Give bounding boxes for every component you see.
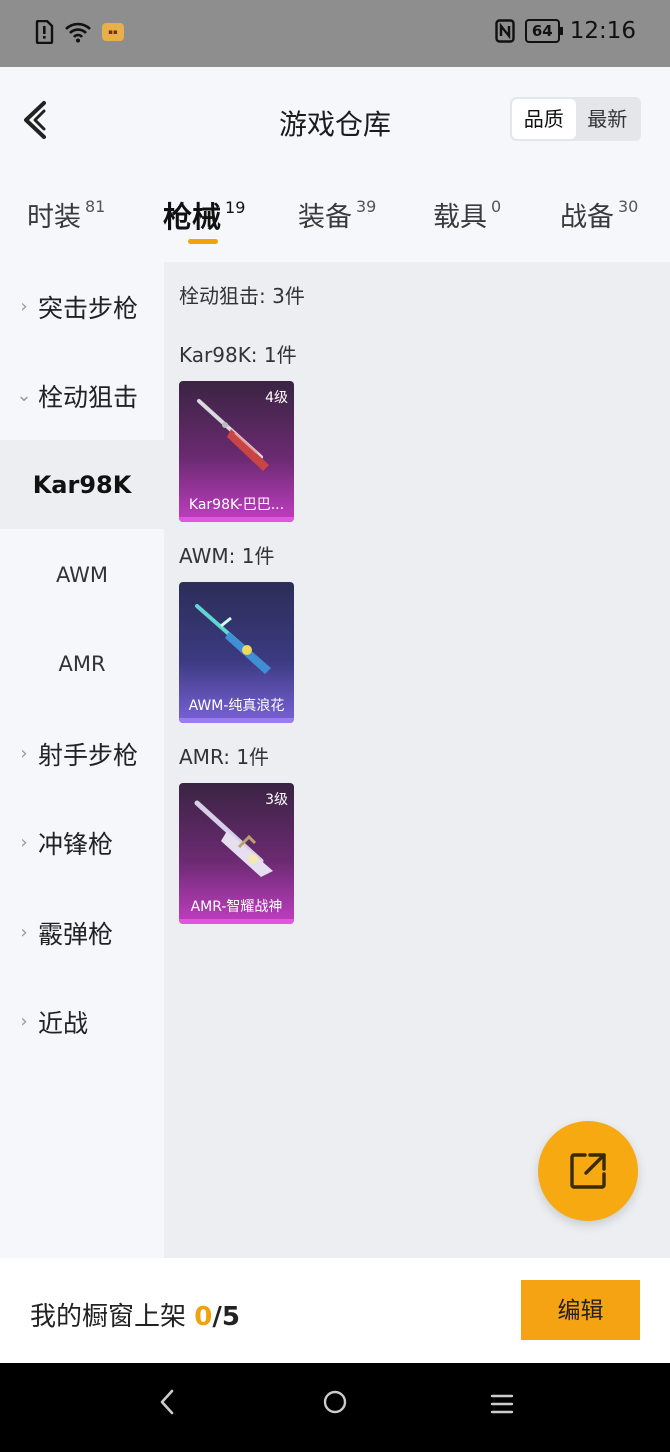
sort-toggle: 品质 最新 <box>510 97 641 141</box>
app-notification-icon: ▪▪ <box>102 23 124 41</box>
group-label-awm: AWM: 1件 <box>179 544 275 568</box>
rarity-bar <box>179 517 294 522</box>
active-tab-indicator <box>188 239 218 244</box>
category-tabs: 时装 81 枪械 19 装备 39 载具 0 战备 30 <box>0 195 670 255</box>
sidebar-item-shotguns[interactable]: › 霰弹枪 <box>0 888 164 977</box>
sidebar-item-bolt-snipers[interactable]: ⌄ 栓动狙击 <box>0 351 164 440</box>
battery-icon: 64 <box>524 19 563 43</box>
sim-alert-icon <box>35 20 54 44</box>
sidebar-item-melee[interactable]: › 近战 <box>0 977 164 1066</box>
group-label-amr: AMR: 1件 <box>179 745 270 769</box>
sidebar: › 突击步枪 ⌄ 栓动狙击 Kar98K AWM AMR › 射手步枪 › 冲锋… <box>0 262 164 1258</box>
item-name: AMR-智耀战神 <box>190 899 283 915</box>
chevron-right-icon: › <box>20 832 28 853</box>
nfc-icon <box>495 19 515 43</box>
system-nav-bar <box>0 1363 670 1452</box>
category-summary: 栓动狙击: 3件 <box>179 284 305 308</box>
item-card-awm[interactable]: AWM-纯真浪花 <box>179 582 294 723</box>
sidebar-subitem-kar98k[interactable]: Kar98K <box>0 440 164 529</box>
sidebar-item-marksman-rifles[interactable]: › 射手步枪 <box>0 709 164 798</box>
item-card-amr[interactable]: 3级 AMR-智耀战神 <box>179 783 294 924</box>
chevron-right-icon: › <box>20 922 28 943</box>
nav-back-icon[interactable] <box>147 1389 187 1422</box>
sort-quality-button[interactable]: 品质 <box>512 99 576 139</box>
header: 游戏仓库 品质 最新 时装 81 枪械 19 装备 39 载具 0 战备 30 <box>0 67 670 262</box>
item-level: 4级 <box>265 390 288 406</box>
status-bar: ▪▪ 64 12:16 <box>0 0 670 67</box>
share-button[interactable] <box>538 1121 638 1221</box>
rarity-bar <box>179 718 294 723</box>
item-name: AWM-纯真浪花 <box>188 698 285 714</box>
rifle-icon <box>194 800 273 877</box>
nav-menu-icon[interactable] <box>482 1389 522 1422</box>
nav-home-icon[interactable] <box>315 1389 355 1422</box>
tab-firearms[interactable]: 枪械 19 <box>163 194 245 236</box>
item-name: Kar98K-巴巴... <box>188 497 285 513</box>
chevron-right-icon: › <box>20 296 28 317</box>
chevron-down-icon: ⌄ <box>16 385 32 406</box>
rifle-icon <box>195 604 271 674</box>
showcase-bar: 我的橱窗上架 0/5 编辑 <box>0 1258 670 1363</box>
sidebar-item-smgs[interactable]: › 冲锋枪 <box>0 798 164 887</box>
tab-equipment[interactable]: 装备 39 <box>298 195 376 234</box>
tab-gear[interactable]: 战备 30 <box>560 195 638 234</box>
item-card-kar98k[interactable]: 4级 Kar98K-巴巴... <box>179 381 294 522</box>
sidebar-subitem-awm[interactable]: AWM <box>0 530 164 619</box>
chevron-right-icon: › <box>20 743 28 764</box>
tab-vehicles[interactable]: 载具 0 <box>433 195 501 234</box>
rarity-bar <box>179 919 294 924</box>
status-time: 12:16 <box>569 18 636 44</box>
sidebar-subitem-amr[interactable]: AMR <box>0 619 164 708</box>
item-level: 3级 <box>265 792 288 808</box>
item-list: 栓动狙击: 3件 Kar98K: 1件 4级 Kar98K-巴巴... AWM:… <box>164 262 670 1258</box>
share-icon <box>570 1153 606 1189</box>
showcase-status: 我的橱窗上架 0/5 <box>30 1302 240 1332</box>
group-label-kar98k: Kar98K: 1件 <box>179 343 297 367</box>
showcase-total: /5 <box>212 1302 240 1332</box>
edit-button[interactable]: 编辑 <box>521 1280 640 1340</box>
tab-fashion[interactable]: 时装 81 <box>27 195 105 234</box>
sort-newest-button[interactable]: 最新 <box>576 99 640 139</box>
sidebar-item-assault-rifles[interactable]: › 突击步枪 <box>0 262 164 351</box>
chevron-right-icon: › <box>20 1011 28 1032</box>
wifi-icon <box>65 22 91 43</box>
rifle-icon <box>197 399 269 471</box>
showcase-count: 0 <box>194 1302 213 1332</box>
